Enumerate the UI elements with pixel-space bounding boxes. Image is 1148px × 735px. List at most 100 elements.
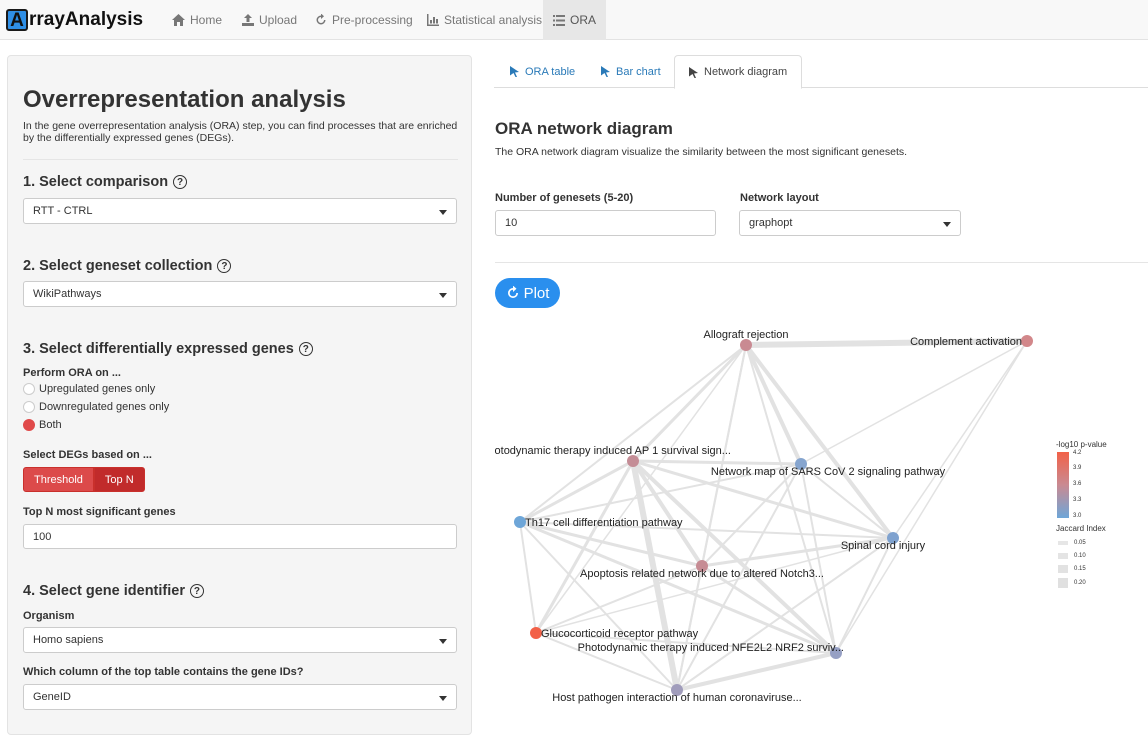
section-heading: 2. Select geneset collection xyxy=(23,258,213,274)
section-description: The ORA network diagram visualize the si… xyxy=(495,146,908,158)
caret-down-icon xyxy=(439,210,447,215)
caret-down-icon xyxy=(439,293,447,298)
jaccard-swatch xyxy=(1058,578,1068,588)
caret-down-icon xyxy=(943,222,951,227)
help-icon[interactable]: ? xyxy=(173,175,188,189)
network-edge xyxy=(631,343,748,463)
help-icon[interactable]: ? xyxy=(189,584,204,598)
network-node-label: Spinal cord injury xyxy=(841,540,926,552)
network-edge xyxy=(519,521,537,634)
network-node[interactable] xyxy=(1021,335,1033,347)
upload-icon xyxy=(242,14,254,26)
brand-name: rrayAnalysis xyxy=(29,9,144,30)
network-layout-select[interactable]: graphopt xyxy=(739,210,961,236)
network-node-label: Allograft rejection xyxy=(704,329,789,341)
topn-input[interactable]: 100 xyxy=(23,524,457,549)
tab-bar-chart[interactable]: Bar chart xyxy=(587,55,675,88)
num-genesets-input[interactable]: 10 xyxy=(495,210,716,236)
nav-statistical-label: Statistical analysis xyxy=(444,13,543,27)
network-node-label: Complement activation xyxy=(910,336,1022,348)
network-node-label: Photodynamic therapy induced NFE2L2 NRF2… xyxy=(578,642,844,654)
caret-down-icon xyxy=(439,639,447,644)
network-node-label: Apoptosis related network due to altered… xyxy=(580,568,824,580)
degs-method-toggle: Threshold Top N xyxy=(23,467,145,492)
nav-upload[interactable]: Upload xyxy=(232,0,307,40)
section-gene-identifier: 4. Select gene identifier ? xyxy=(23,583,204,599)
perform-ora-label: Perform ORA on ... xyxy=(23,367,121,379)
section-geneset-collection: 2. Select geneset collection ? xyxy=(23,258,232,274)
cursor-icon xyxy=(510,66,519,77)
threshold-button[interactable]: Threshold xyxy=(23,467,94,492)
network-edge xyxy=(800,340,1028,465)
network-layout-label: Network layout xyxy=(740,192,819,204)
nav-ora-label: ORA xyxy=(569,13,596,27)
jaccard-tick: 0.20 xyxy=(1074,580,1086,586)
tab-network-diagram[interactable]: Network diagram xyxy=(674,55,803,89)
tab-label: ORA table xyxy=(525,65,576,78)
network-node-label: Network map of SARS CoV 2 signaling path… xyxy=(711,466,946,478)
network-diagram: Allograft rejection Complement activation… xyxy=(494,329,1033,704)
comparison-value: RTT - CTRL xyxy=(33,205,93,217)
topn-button[interactable]: Top N xyxy=(93,467,145,492)
network-node-label: Host pathogen interaction of human coron… xyxy=(552,692,801,704)
brand-logo-mark: A xyxy=(6,9,28,31)
pvalue-tick: 3.6 xyxy=(1073,481,1082,487)
gene-id-column-select[interactable]: GeneID xyxy=(23,684,457,710)
jaccard-swatch xyxy=(1058,541,1068,545)
network-edge xyxy=(676,651,837,692)
network-edge xyxy=(835,537,894,654)
nav-ora[interactable]: ORA xyxy=(543,0,606,40)
intro-text: In the gene overrepresentation analysis … xyxy=(23,120,458,144)
section-title: ORA network diagram xyxy=(495,119,673,138)
radio-downregulated[interactable]: Downregulated genes only xyxy=(23,401,169,413)
sidebar-panel: Overrepresentation analysis In the gene … xyxy=(7,55,472,735)
organism-label: Organism xyxy=(23,610,75,622)
network-node-label: Th17 cell differentiation pathway xyxy=(525,517,683,529)
network-edge xyxy=(744,343,895,540)
pvalue-tick: 3.0 xyxy=(1073,513,1082,519)
radio-both[interactable]: Both xyxy=(23,419,62,431)
gene-id-column-label: Which column of the top table contains t… xyxy=(23,666,304,678)
plot-button[interactable]: Plot xyxy=(495,278,560,308)
jaccard-swatch xyxy=(1058,553,1068,559)
caret-down-icon xyxy=(439,696,447,701)
radio-label: Both xyxy=(39,419,62,431)
cursor-icon xyxy=(689,66,698,78)
network-edge xyxy=(632,459,802,466)
nav-preprocessing[interactable]: Pre-processing xyxy=(305,0,423,40)
comparison-select[interactable]: RTT - CTRL xyxy=(23,198,457,224)
tab-label: Bar chart xyxy=(616,65,661,78)
tab-label: Network diagram xyxy=(704,66,788,78)
plot-button-label: Plot xyxy=(523,284,550,302)
tab-ora-table[interactable]: ORA table xyxy=(496,55,589,88)
jaccard-tick: 0.10 xyxy=(1074,553,1086,559)
cursor-icon xyxy=(601,66,610,77)
geneset-collection-select[interactable]: WikiPathways xyxy=(23,281,457,307)
nav-preprocessing-label: Pre-processing xyxy=(332,13,413,27)
section-select-degs: 3. Select differentially expressed genes… xyxy=(23,341,313,357)
radio-circle xyxy=(23,383,35,395)
jaccard-tick: 0.05 xyxy=(1074,540,1086,546)
nav-home-label: Home xyxy=(190,13,223,27)
radio-upregulated[interactable]: Upregulated genes only xyxy=(23,383,155,395)
section-heading: 1. Select comparison xyxy=(23,174,169,190)
organism-select[interactable]: Homo sapiens xyxy=(23,627,457,653)
radio-circle xyxy=(23,401,35,413)
nav-statistical-analysis[interactable]: Statistical analysis xyxy=(417,0,552,40)
nav-upload-label: Upload xyxy=(259,13,298,27)
help-icon[interactable]: ? xyxy=(217,259,232,273)
topn-label: Top N most significant genes xyxy=(23,506,176,518)
help-icon[interactable]: ? xyxy=(298,342,313,356)
network-layout-value: graphopt xyxy=(749,217,793,229)
refresh-icon xyxy=(316,14,326,25)
list-icon xyxy=(553,14,565,26)
select-degs-label: Select DEGs based on ... xyxy=(23,449,152,461)
brand-logo[interactable]: A rrayAnalysis xyxy=(6,8,143,32)
gene-id-column-value: GeneID xyxy=(33,691,71,703)
radio-label: Downregulated genes only xyxy=(39,401,170,413)
network-edge xyxy=(892,340,1028,539)
nav-home[interactable]: Home xyxy=(162,0,232,40)
jaccard-tick: 0.15 xyxy=(1074,566,1086,572)
network-node-label: Photodynamic therapy induced AP 1 surviv… xyxy=(494,445,731,457)
network-edge xyxy=(701,463,802,567)
